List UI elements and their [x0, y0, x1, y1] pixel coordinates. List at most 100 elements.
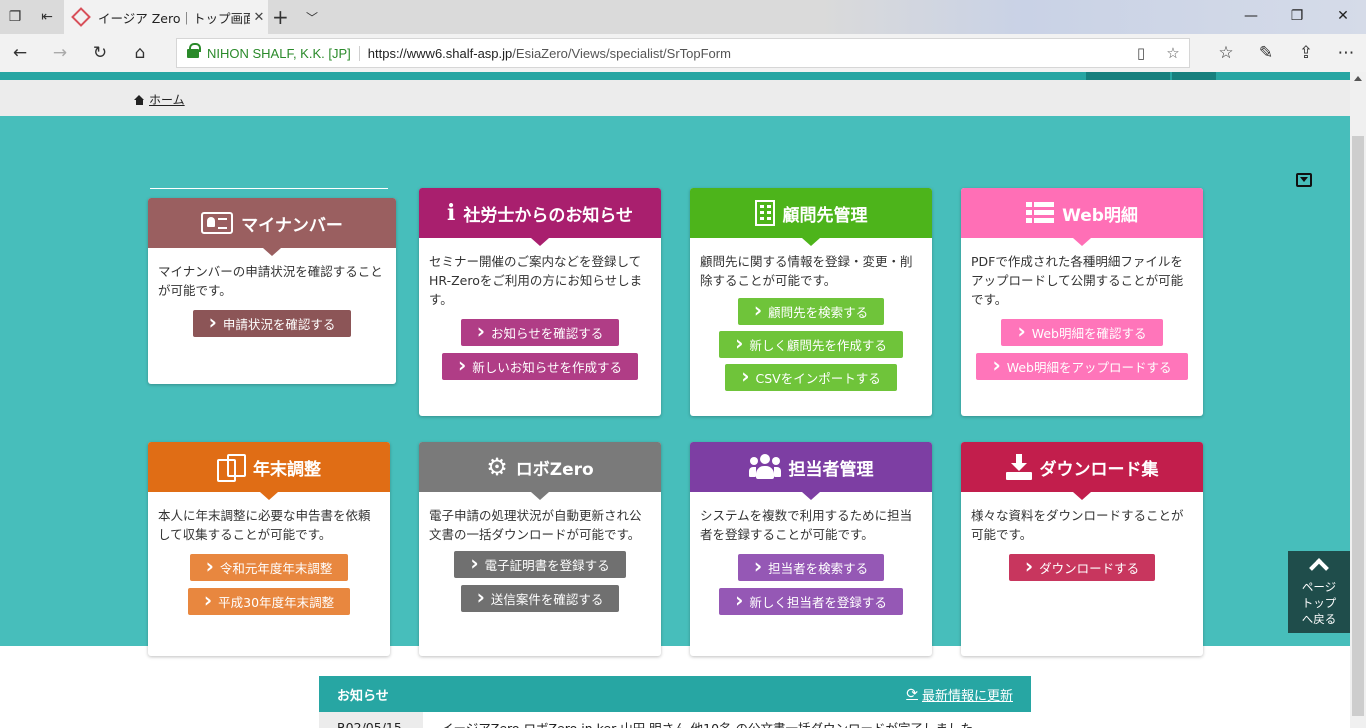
- minimize-icon[interactable]: —: [1228, 0, 1274, 32]
- pen-notes-icon[interactable]: ✎: [1254, 42, 1278, 64]
- news-date: R02/05/15: [319, 712, 423, 728]
- restore-icon[interactable]: ❐: [1274, 0, 1320, 32]
- refresh-news-link[interactable]: ⟳ 最新情報に更新: [906, 685, 1013, 704]
- page-top-button[interactable]: ページトップへ戻る: [1288, 551, 1350, 633]
- header-menu-block[interactable]: [1172, 72, 1216, 80]
- card-title: Web明細: [1062, 205, 1138, 226]
- users-icon: [748, 454, 781, 480]
- card-staff-management: 担当者管理 システムを複数で利用するために担当者を登録することが可能です。 担当…: [690, 442, 932, 656]
- home-icon[interactable]: ⌂: [128, 42, 152, 64]
- card-header: ⚙ ロボZero: [419, 442, 661, 500]
- card-header: 年末調整: [148, 442, 390, 500]
- card-title: ロボZero: [515, 459, 594, 480]
- scroll-up-icon[interactable]: [1354, 76, 1362, 81]
- header-strip: [0, 72, 1350, 80]
- heisei30-adjustment-button[interactable]: 平成30年度年末調整: [187, 588, 351, 615]
- news-text: イージアZero ロボZero in ker 山田 明さん 他10名 の公文書一…: [441, 720, 974, 728]
- search-clients-button[interactable]: 顧問先を検索する: [737, 298, 885, 325]
- lock-icon: [187, 43, 201, 59]
- certificate-label[interactable]: NIHON SHALF, K.K. [JP]: [207, 45, 360, 61]
- card-header: 担当者管理: [690, 442, 932, 500]
- card-my-number: マイナンバー マイナンバーの申請状況を確認することが可能です。 申請状況を確認す…: [148, 198, 396, 384]
- card-description: PDFで作成された各種明細ファイルをアップロードして公開することが可能です。: [971, 254, 1184, 307]
- card-notices: i 社労士からのお知らせ セミナー開催のご案内などを登録してHR-Zeroをご利…: [419, 188, 661, 416]
- create-notice-button[interactable]: 新しいお知らせを作成する: [441, 353, 638, 380]
- news-header: お知らせ ⟳ 最新情報に更新: [319, 676, 1031, 712]
- news-title: お知らせ: [337, 688, 389, 704]
- card-title: 年末調整: [253, 459, 321, 480]
- refresh-label: 最新情報に更新: [921, 688, 1013, 704]
- view-notices-button[interactable]: お知らせを確認する: [460, 319, 620, 346]
- gears-icon: ⚙: [486, 453, 508, 481]
- card-title: 社労士からのお知らせ: [463, 205, 634, 226]
- check-submissions-button[interactable]: 送信案件を確認する: [460, 585, 620, 612]
- news-section: お知らせ ⟳ 最新情報に更新 R02/05/15 イージアZero ロボZero…: [319, 676, 1031, 728]
- reading-view-icon[interactable]: ▯: [1125, 44, 1157, 62]
- browser-tab-bar: ❐ ⇤ イージア Zero｜トップ画面 ✕ + ﹀ — ❐ ✕: [0, 0, 1366, 34]
- chevron-up-icon: [1309, 558, 1329, 578]
- header-menu-block[interactable]: [1086, 72, 1170, 80]
- card-year-end-adjustment: 年末調整 本人に年末調整に必要な申告書を依頼して収集することが可能です。 令和元…: [148, 442, 390, 656]
- card-downloads: ダウンロード集 様々な資料をダウンロードすることが可能です。 ダウンロードする: [961, 442, 1203, 656]
- forward-arrow-icon[interactable]: →: [48, 42, 72, 64]
- page-viewport: ホーム マイナンバー マイナンバーの申請状況を確認することが可能です。 申請状況…: [0, 72, 1350, 728]
- favorite-star-icon[interactable]: ☆: [1157, 44, 1189, 62]
- copy-icon: [217, 454, 246, 482]
- card-title: 担当者管理: [788, 459, 874, 480]
- download-icon: [1005, 454, 1032, 480]
- home-icon: [134, 94, 145, 105]
- card-description: セミナー開催のご案内などを登録してHR-Zeroをご利用の方にお知らせします。: [429, 254, 643, 307]
- collapse-toggle-icon[interactable]: [1296, 173, 1312, 187]
- register-staff-button[interactable]: 新しく担当者を登録する: [719, 588, 903, 615]
- share-icon[interactable]: ⇪: [1294, 42, 1318, 64]
- card-header: Web明細: [961, 188, 1203, 246]
- news-item[interactable]: R02/05/15 イージアZero ロボZero in ker 山田 明さん …: [319, 712, 1031, 728]
- url-text[interactable]: https://www6.shalf-asp.jp/EsiaZero/Views…: [368, 46, 1125, 61]
- breadcrumb-home-link[interactable]: ホーム: [149, 91, 185, 108]
- breadcrumb: ホーム: [134, 91, 185, 108]
- card-header: マイナンバー: [148, 198, 396, 256]
- refresh-icon[interactable]: ↻: [88, 42, 112, 64]
- address-bar[interactable]: NIHON SHALF, K.K. [JP] https://www6.shal…: [176, 38, 1190, 68]
- check-application-status-button[interactable]: 申請状況を確認する: [192, 310, 352, 337]
- url-host: https://www6.shalf-asp.jp: [367, 45, 513, 61]
- close-tab-icon[interactable]: ✕: [250, 10, 268, 25]
- search-staff-button[interactable]: 担当者を検索する: [737, 554, 885, 581]
- card-robo-zero: ⚙ ロボZero 電子申請の処理状況が自動更新され公文書の一括ダウンロードが可能…: [419, 442, 661, 656]
- menu-panel: マイナンバー マイナンバーの申請状況を確認することが可能です。 申請状況を確認す…: [0, 116, 1350, 656]
- register-certificate-button[interactable]: 電子証明書を登録する: [454, 551, 626, 578]
- list-icon: [1026, 202, 1055, 224]
- card-clients: 顧問先管理 顧問先に関する情報を登録・変更・削除することが可能です。 顧問先を検…: [690, 188, 932, 416]
- view-web-statements-button[interactable]: Web明細を確認する: [1001, 319, 1163, 346]
- card-header: i 社労士からのお知らせ: [419, 188, 661, 246]
- new-tab-icon[interactable]: +: [272, 5, 289, 29]
- create-client-button[interactable]: 新しく顧問先を作成する: [719, 331, 903, 358]
- scroll-thumb[interactable]: [1352, 136, 1364, 716]
- favorites-hub-icon[interactable]: ☆: [1214, 42, 1238, 64]
- refresh-icon: ⟳: [906, 686, 918, 702]
- id-card-icon: [201, 212, 234, 234]
- page-scrollbar[interactable]: [1350, 72, 1366, 728]
- site-favicon-icon: [71, 7, 91, 27]
- tab-title: イージア Zero｜トップ画面: [98, 10, 250, 26]
- card-header: 顧問先管理: [690, 188, 932, 246]
- tab-list-chevron-icon[interactable]: ﹀: [306, 9, 318, 26]
- import-csv-button[interactable]: CSVをインポートする: [725, 364, 897, 391]
- browser-tab[interactable]: イージア Zero｜トップ画面 ✕: [64, 0, 268, 34]
- set-tabs-aside-icon[interactable]: ⇤: [36, 6, 58, 28]
- card-web-statements: Web明細 PDFで作成された各種明細ファイルをアップロードして公開することが可…: [961, 188, 1203, 416]
- upload-web-statements-button[interactable]: Web明細をアップロードする: [976, 353, 1188, 380]
- close-window-icon[interactable]: ✕: [1320, 0, 1366, 32]
- breadcrumb-bar: ホーム: [0, 80, 1350, 116]
- more-menu-icon[interactable]: ⋯: [1334, 42, 1358, 64]
- card-title: 顧問先管理: [782, 205, 868, 226]
- browser-nav-bar: ← → ↻ ⌂ NIHON SHALF, K.K. [JP] https://w…: [0, 34, 1366, 72]
- download-button[interactable]: ダウンロードする: [1008, 554, 1156, 581]
- back-arrow-icon[interactable]: ←: [8, 42, 32, 64]
- tab-actions-icon[interactable]: ❐: [4, 6, 26, 28]
- card-title: ダウンロード集: [1039, 459, 1159, 480]
- page-top-label: ページトップへ戻る: [1301, 580, 1337, 626]
- card-header: ダウンロード集: [961, 442, 1203, 500]
- url-path: /EsiaZero/Views/specialist/SrTopForm: [512, 45, 731, 61]
- reiwa1-adjustment-button[interactable]: 令和元年度年末調整: [189, 554, 349, 581]
